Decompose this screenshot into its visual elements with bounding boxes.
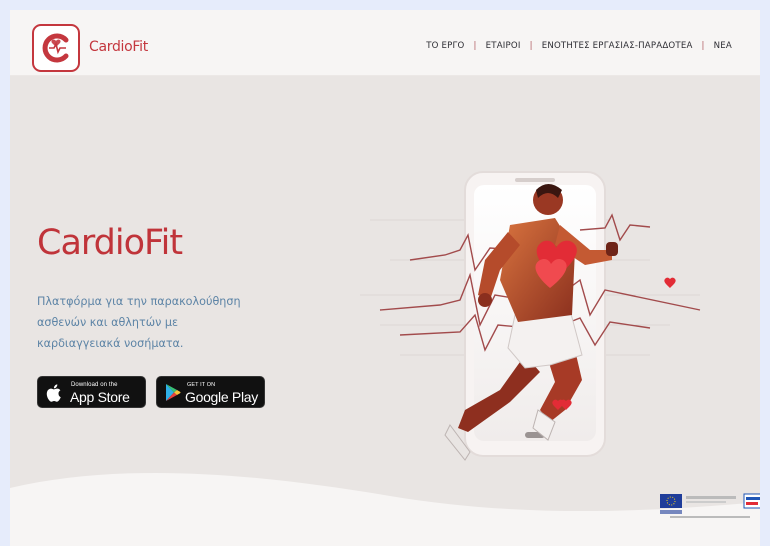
apple-icon — [46, 383, 64, 408]
bottom-wave — [10, 472, 760, 546]
logo-text[interactable]: CardioFit — [89, 39, 148, 55]
eu-funding-logos — [660, 493, 760, 518]
nav-separator: | — [701, 41, 705, 51]
hero-subtitle-line: Πλατφόρμα για την παρακολούθηση — [37, 295, 241, 308]
hero-title: CardioFit — [37, 223, 183, 263]
google-play-small-text: GET IT ON — [187, 382, 216, 388]
main-nav: ΤΟ ΕΡΓΟ | ΕΤΑΙΡΟΙ | ΕΝΟΤΗΤΕΣ ΕΡΓΑΣΙΑΣ-ΠΑ… — [426, 41, 732, 51]
nav-item-project[interactable]: ΤΟ ΕΡΓΟ — [426, 41, 464, 51]
hero-subtitle: Πλατφόρμα για την παρακολούθηση ασθενών … — [37, 291, 307, 354]
nav-item-news[interactable]: ΝΕΑ — [714, 41, 732, 51]
app-store-label: App Store — [70, 389, 130, 405]
site-header: CardioFit ΤΟ ΕΡΓΟ | ΕΤΑΙΡΟΙ | ΕΝΟΤΗΤΕΣ Ε… — [10, 10, 760, 76]
nav-item-partners[interactable]: ΕΤΑΙΡΟΙ — [486, 41, 521, 51]
page-frame: CardioFit ΤΟ ΕΡΓΟ | ΕΤΑΙΡΟΙ | ΕΝΟΤΗΤΕΣ Ε… — [10, 10, 760, 546]
nav-item-work-packages[interactable]: ΕΝΟΤΗΤΕΣ ΕΡΓΑΣΙΑΣ-ΠΑΡΑΔΟΤΕΑ — [542, 41, 693, 51]
google-play-icon — [165, 383, 181, 407]
app-store-button[interactable]: Download on the App Store — [37, 376, 146, 408]
nav-separator: | — [529, 41, 533, 51]
hero-subtitle-line: καρδιαγγειακά νοσήματα. — [37, 337, 184, 350]
small-heart-icon — [664, 277, 676, 288]
google-play-button[interactable]: GET IT ON Google Play — [156, 376, 265, 408]
hero-subtitle-line: ασθενών και αθλητών με — [37, 316, 179, 329]
app-store-small-text: Download on the — [71, 382, 118, 388]
google-play-label: Google Play — [185, 389, 258, 405]
nav-separator: | — [473, 41, 477, 51]
cardiofit-logo-icon[interactable] — [32, 24, 80, 72]
runner-phone-illustration — [360, 171, 701, 461]
